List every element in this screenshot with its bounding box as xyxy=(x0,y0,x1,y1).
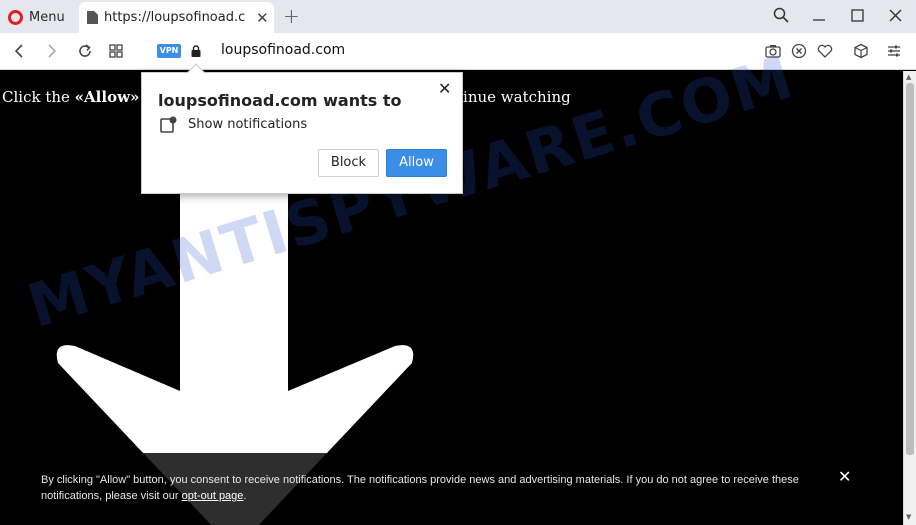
notification-permission-dialog: loupsofinoad.com wants to ✕ Show notific… xyxy=(141,63,463,194)
instruction-text: Click the «Allow» butinue watching xyxy=(2,88,571,106)
forward-icon[interactable] xyxy=(46,43,58,59)
scroll-thumb[interactable] xyxy=(906,83,914,455)
allow-button[interactable]: Allow xyxy=(386,149,447,177)
heart-icon[interactable] xyxy=(817,43,833,59)
scroll-up-icon[interactable]: ▲ xyxy=(906,73,911,81)
address-bar: VPN loupsofinoad.com xyxy=(0,33,916,70)
vpn-badge[interactable]: VPN xyxy=(157,44,181,58)
lock-icon[interactable] xyxy=(191,45,201,57)
tab-title: https://loupsofinoad.c xyxy=(104,10,246,25)
dialog-title: loupsofinoad.com wants to xyxy=(158,91,402,110)
permission-label: Show notifications xyxy=(188,117,308,132)
dialog-close-icon[interactable]: ✕ xyxy=(438,79,451,98)
menu-label: Menu xyxy=(29,9,65,25)
tab-bar: Menu https://loupsofinoad.c ✕ + xyxy=(0,0,916,33)
opera-logo-icon xyxy=(8,9,23,25)
opt-out-link[interactable]: opt-out page xyxy=(182,490,244,502)
speed-dial-icon[interactable] xyxy=(109,44,123,58)
reload-icon[interactable] xyxy=(77,43,93,59)
consent-close-icon[interactable]: ✕ xyxy=(838,467,851,486)
block-button[interactable]: Block xyxy=(318,149,379,177)
consent-text: By clicking "Allow" button, you consent … xyxy=(41,474,799,502)
search-icon[interactable] xyxy=(773,7,789,23)
adblock-icon[interactable] xyxy=(791,43,807,59)
notification-icon xyxy=(160,116,177,133)
minimize-icon[interactable] xyxy=(812,8,826,22)
cube-icon[interactable] xyxy=(853,43,869,59)
maximize-icon[interactable] xyxy=(851,9,864,22)
url-field[interactable]: loupsofinoad.com xyxy=(221,42,345,58)
back-icon[interactable] xyxy=(13,43,25,59)
opera-menu-button[interactable]: Menu xyxy=(8,7,65,27)
tab-close-icon[interactable]: ✕ xyxy=(256,9,269,27)
consent-bar: By clicking "Allow" button, you consent … xyxy=(0,453,903,525)
settings-sliders-icon[interactable] xyxy=(886,43,902,59)
page-icon xyxy=(87,11,98,24)
new-tab-button[interactable]: + xyxy=(283,4,300,28)
scroll-down-icon[interactable]: ▼ xyxy=(906,513,911,521)
camera-icon[interactable] xyxy=(765,43,781,59)
allow-keyword: «Allow» xyxy=(74,88,140,106)
close-window-icon[interactable] xyxy=(889,9,902,22)
scrollbar[interactable]: ▲ ▼ xyxy=(903,71,916,525)
tab-active[interactable]: https://loupsofinoad.c ✕ xyxy=(79,2,274,33)
